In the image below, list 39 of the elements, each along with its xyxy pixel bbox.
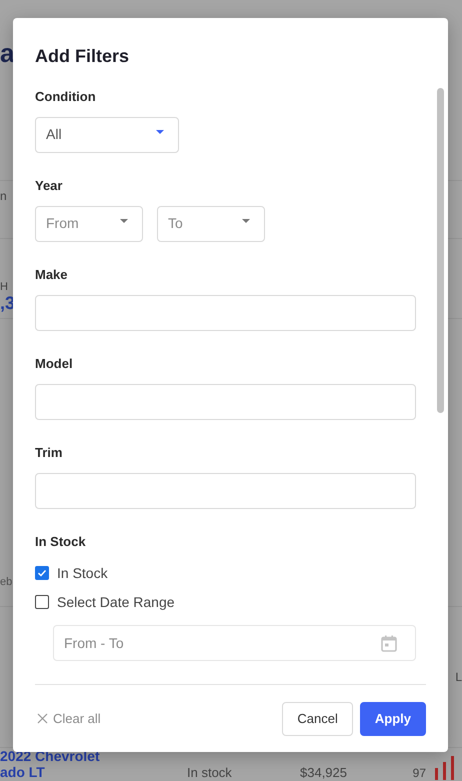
clear-all-button[interactable]: Clear all: [35, 711, 103, 726]
bar-icon: [434, 756, 456, 780]
input-field[interactable]: [35, 384, 416, 420]
checkbox[interactable]: [35, 566, 49, 580]
caret-icon: [120, 219, 128, 223]
condition-select[interactable]: All: [35, 117, 179, 153]
field-label: Make: [35, 267, 68, 283]
check-icon: [37, 568, 47, 578]
checkbox-label[interactable]: Select Date Range: [57, 594, 175, 610]
calendar-icon: [381, 634, 397, 652]
input-field[interactable]: [35, 295, 416, 331]
scrollbar-thumb[interactable]: [437, 88, 444, 413]
dialog-title: Add Filters: [35, 45, 130, 67]
cancel-button[interactable]: Cancel: [282, 702, 353, 736]
input-field[interactable]: [35, 473, 416, 509]
year-select[interactable]: From: [35, 206, 143, 242]
field-label: Year: [35, 178, 62, 194]
vehicle-link[interactable]: ado LT: [0, 764, 45, 780]
status-text: In stock: [187, 765, 233, 780]
tab-label: n: [0, 188, 7, 203]
price-text: $34,925: [300, 765, 348, 780]
column-header: L: [455, 670, 462, 684]
page-title: a: [0, 38, 14, 69]
caret-icon: [156, 130, 164, 134]
field-label: Trim: [35, 445, 62, 461]
checkbox-label[interactable]: In Stock: [57, 565, 108, 581]
caret-icon: [242, 219, 250, 223]
stat-label: H: [0, 281, 8, 294]
field-label: Condition: [35, 89, 96, 105]
vehicle-link[interactable]: 2022 Chevrolet: [0, 748, 100, 764]
checkbox[interactable]: [35, 595, 49, 609]
apply-button[interactable]: Apply: [360, 702, 426, 736]
close-icon: [37, 713, 48, 724]
field-label: In Stock: [35, 534, 86, 550]
field-label: Model: [35, 356, 73, 372]
date-range-field[interactable]: From - To: [53, 625, 416, 661]
year-select[interactable]: To: [157, 206, 265, 242]
score-text: 97: [412, 766, 426, 780]
axis-label: eb: [0, 576, 12, 588]
